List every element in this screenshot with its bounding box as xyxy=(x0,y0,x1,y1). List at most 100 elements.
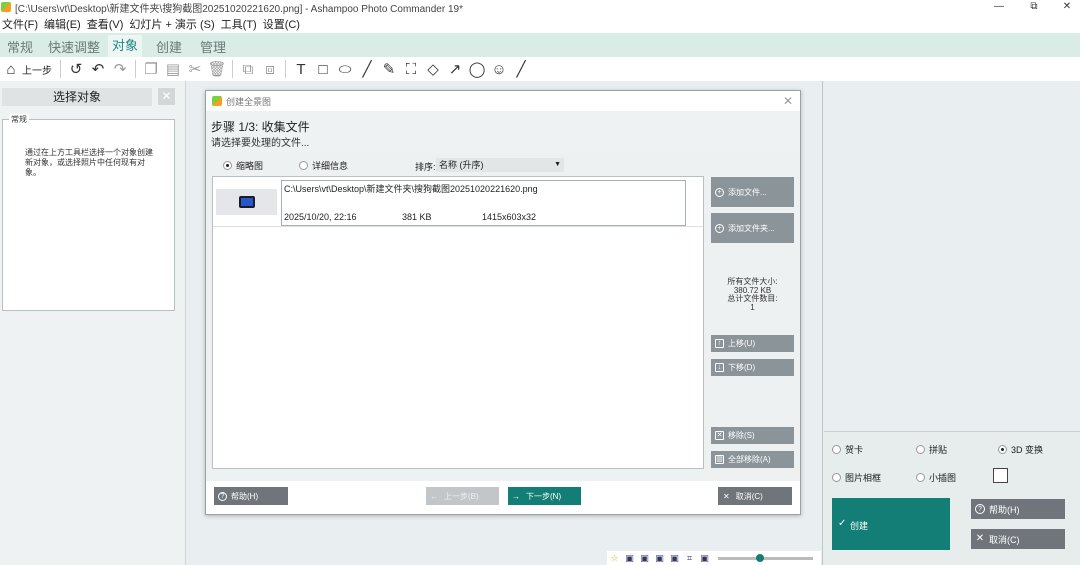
separator xyxy=(60,60,61,78)
close-icon: ✕ xyxy=(723,491,730,501)
file-path: C:\Users\vt\Desktop\新建文件夹\搜狗截图2025102022… xyxy=(284,184,538,194)
thumbnail-image xyxy=(239,196,255,208)
tab-create[interactable]: 创建 xyxy=(156,37,182,56)
left-panel-close-icon[interactable]: ✕ xyxy=(158,88,175,105)
crop-icon[interactable]: ⌗ xyxy=(684,553,695,564)
close-window-icon[interactable]: ✕ xyxy=(1052,0,1080,14)
next-step-button[interactable]: → 下一步(N) xyxy=(508,487,581,505)
option-picture-frame[interactable]: 图片相框 xyxy=(832,471,881,484)
file-dimensions: 1415x603x32 xyxy=(482,212,537,222)
option-vignette[interactable]: 小插图 xyxy=(916,471,956,484)
image-icon[interactable]: ▣ xyxy=(639,553,650,564)
add-folder-button[interactable]: + 添加文件夹... xyxy=(711,213,794,243)
arrow-icon[interactable]: ↗ xyxy=(446,60,464,78)
right-help-button[interactable]: ? 帮助(H) xyxy=(971,499,1065,519)
image-icon[interactable]: ▣ xyxy=(669,553,680,564)
menu-tools[interactable]: 工具(T) xyxy=(221,16,257,32)
file-date: 2025/10/20, 22:16 xyxy=(284,212,357,222)
trash-icon: ▥ xyxy=(715,455,724,464)
bring-front-icon[interactable]: ⧉ xyxy=(239,60,257,78)
file-size: 381 KB xyxy=(402,212,432,222)
app-icon xyxy=(1,2,11,12)
back-button[interactable]: 上一步 xyxy=(22,62,52,77)
view-details-radio[interactable]: 详细信息 xyxy=(299,159,348,172)
zoom-slider-knob[interactable] xyxy=(756,553,764,562)
dialog-title: 创建全景图 xyxy=(226,97,272,107)
delete-icon[interactable]: 🗑 xyxy=(207,60,226,78)
download-icon: ↓ xyxy=(715,363,724,372)
file-stats: 所有文件大小: 380.72 KB 总计文件数目: 1 xyxy=(727,277,778,312)
move-up-button[interactable]: ↑ 上移(U) xyxy=(711,335,794,352)
remove-icon: ✕ xyxy=(715,431,724,440)
undo-icon[interactable]: ↶ xyxy=(89,60,107,78)
star-icon[interactable]: ☆ xyxy=(609,553,620,564)
menu-settings[interactable]: 设置(C) xyxy=(263,16,300,32)
sort-label: 排序: xyxy=(415,162,436,172)
dialog-cancel-button[interactable]: ✕ 取消(C) xyxy=(718,487,792,505)
radio-icon xyxy=(832,473,841,482)
menu-view[interactable]: 查看(V) xyxy=(87,16,124,32)
home-icon[interactable]: ⌂ xyxy=(2,60,20,78)
chevron-down-icon: ▼ xyxy=(554,161,561,168)
tab-quick-adjust[interactable]: 快速调整 xyxy=(48,37,100,56)
radio-selected-icon xyxy=(223,161,232,170)
tab-general[interactable]: 常规 xyxy=(7,37,33,56)
plus-icon: + xyxy=(715,187,724,197)
title-bar: [C:\Users\vt\Desktop\新建文件夹\搜狗截图202510202… xyxy=(0,0,1080,15)
menu-edit[interactable]: 编辑(E) xyxy=(44,16,81,32)
tab-manage[interactable]: 管理 xyxy=(200,37,226,56)
radio-icon xyxy=(299,161,308,170)
window-title: [C:\Users\vt\Desktop\新建文件夹\搜狗截图202510202… xyxy=(15,3,463,15)
remove-button[interactable]: ✕ 移除(S) xyxy=(711,427,794,444)
minimize-icon[interactable]: — xyxy=(984,0,1014,14)
move-down-button[interactable]: ↓ 下移(D) xyxy=(711,359,794,376)
copy-icon[interactable]: ❐ xyxy=(142,60,160,78)
maximize-icon[interactable]: ⧉ xyxy=(1019,0,1049,14)
dialog-help-button[interactable]: ? 帮助(H) xyxy=(214,487,288,505)
option-checkbox[interactable] xyxy=(993,468,1008,483)
rectangle-icon[interactable]: □ xyxy=(314,60,332,78)
instructions-text: 通过在上方工具栏选择一个对象创建新对象，或选择照片中任何现有对象。 xyxy=(25,148,153,177)
remove-all-button[interactable]: ▥ 全部移除(A) xyxy=(711,451,794,468)
step-subtitle: 请选择要处理的文件... xyxy=(211,138,310,149)
ribbon-tabs: 常规 快速调整 对象 创建 管理 xyxy=(0,33,1080,57)
tab-objects[interactable]: 对象 xyxy=(108,35,143,57)
paste-icon[interactable]: ▤ xyxy=(164,60,182,78)
view-thumbnail-radio[interactable]: 缩略图 xyxy=(223,159,263,172)
dialog-close-icon[interactable]: ✕ xyxy=(783,94,793,108)
option-greeting-card[interactable]: 贺卡 xyxy=(832,443,863,456)
option-collage[interactable]: 拼贴 xyxy=(916,443,947,456)
select-object-header: 选择对象 xyxy=(2,88,152,106)
option-3d-transform[interactable]: 3D 变换 xyxy=(998,443,1043,456)
image-icon[interactable]: ▣ xyxy=(654,553,665,564)
image-icon[interactable]: ▣ xyxy=(624,553,635,564)
undo-all-icon[interactable]: ↺ xyxy=(67,60,85,78)
send-back-icon[interactable]: ⧈ xyxy=(261,60,279,78)
ellipse-icon[interactable]: ⬭ xyxy=(336,60,354,78)
pen-icon[interactable]: ╱ xyxy=(512,60,530,78)
add-files-button[interactable]: + 添加文件... xyxy=(711,177,794,207)
emoji-icon[interactable]: ☺ xyxy=(490,60,508,78)
create-button[interactable]: ✓ 创建 xyxy=(832,498,950,550)
redo-icon[interactable]: ↷ xyxy=(111,60,129,78)
app-icon xyxy=(212,96,222,106)
menu-slideshow[interactable]: 幻灯片 + 演示 (S) xyxy=(129,16,214,32)
cut-icon[interactable]: ✂ xyxy=(186,60,204,78)
radio-selected-icon xyxy=(998,445,1007,454)
line-icon[interactable]: ╱ xyxy=(358,60,376,78)
text-icon[interactable]: T xyxy=(292,60,310,78)
zoom-slider[interactable] xyxy=(718,553,813,562)
radio-icon xyxy=(832,445,841,454)
menu-file[interactable]: 文件(F) xyxy=(2,16,38,32)
prev-step-button[interactable]: ← 上一步(B) xyxy=(426,487,499,505)
pencil-icon[interactable]: ✎ xyxy=(380,60,398,78)
toolbar: ⌂ 上一步 ↺ ↶ ↷ ❐ ▤ ✂ 🗑 ⧉ ⧈ T □ ⬭ ╱ ✎ ⛶ ◇ ↗ … xyxy=(0,57,1080,81)
preview-area xyxy=(824,82,1080,432)
highlighter-icon[interactable]: ◇ xyxy=(424,60,442,78)
folder-icon[interactable]: ⛶ xyxy=(402,60,420,78)
help-icon: ? xyxy=(218,491,227,501)
image-icon[interactable]: ▣ xyxy=(699,553,710,564)
speech-bubble-icon[interactable]: ◯ xyxy=(468,60,486,78)
sort-dropdown[interactable]: 名称 (升序) ▼ xyxy=(436,158,564,172)
right-cancel-button[interactable]: ✕ 取消(C) xyxy=(971,529,1065,549)
